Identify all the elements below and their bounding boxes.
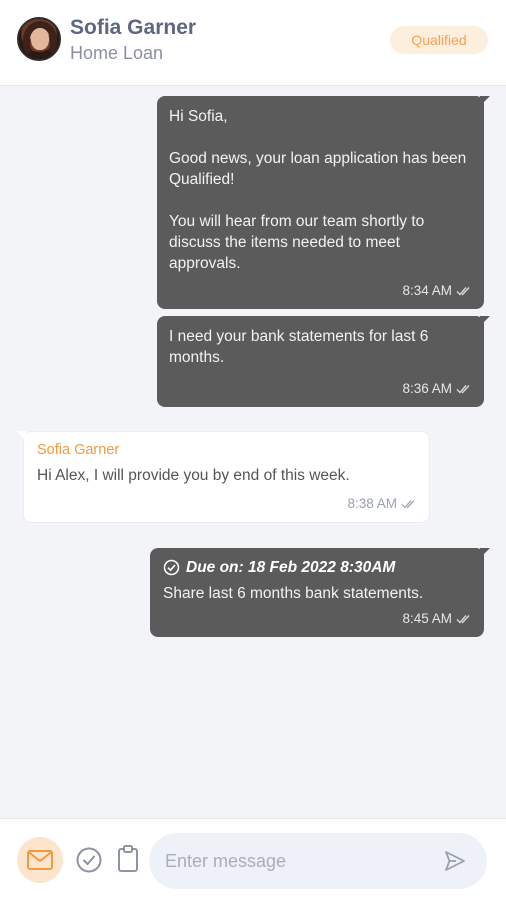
message-time: 8:36 AM	[402, 381, 452, 396]
avatar[interactable]	[17, 17, 61, 61]
message-text: Hi Sofia, Good news, your loan applicati…	[169, 108, 467, 272]
message-meta: 8:36 AM	[402, 378, 472, 399]
message-meta: 8:45 AM	[402, 608, 472, 629]
message-input[interactable]	[165, 845, 425, 877]
check-circle-icon	[163, 559, 180, 576]
contact-subtitle: Home Loan	[70, 43, 164, 63]
contact-name: Sofia Garner	[70, 16, 197, 39]
task-message-bubble[interactable]: Due on: 18 Feb 2022 8:30AM Share last 6 …	[150, 548, 490, 637]
status-badge: Qualified	[390, 26, 488, 54]
double-check-icon	[456, 614, 470, 624]
message-text: Hi Alex, I will provide you by end of th…	[37, 467, 350, 484]
chat-header: Sofia Garner Home Loan Qualified	[0, 0, 506, 86]
send-icon	[445, 851, 465, 871]
message-meta: 8:38 AM	[347, 493, 417, 514]
message-time: 8:34 AM	[402, 283, 452, 298]
mail-icon	[27, 850, 53, 870]
double-check-icon	[401, 499, 415, 509]
add-task-button[interactable]	[74, 845, 104, 875]
message-bubble-outgoing: Hi Sofia, Good news, your loan applicati…	[157, 96, 490, 309]
send-button[interactable]	[441, 847, 469, 875]
composer-bar	[0, 818, 506, 900]
message-bubble-incoming: Sofia Garner Hi Alex, I will provide you…	[16, 431, 430, 523]
avatar-face	[31, 28, 49, 50]
task-due-line: Due on: 18 Feb 2022 8:30AM	[163, 557, 471, 578]
message-input-container	[149, 833, 487, 889]
clipboard-button[interactable]	[113, 844, 143, 874]
message-text: Share last 6 months bank statements.	[163, 585, 424, 602]
message-text: I need your bank statements for last 6 m…	[169, 328, 429, 366]
task-due-date: Due on: 18 Feb 2022 8:30AM	[186, 559, 396, 576]
message-time: 8:45 AM	[402, 611, 452, 626]
mail-button[interactable]	[17, 837, 63, 883]
clipboard-icon	[118, 845, 138, 872]
message-meta: 8:34 AM	[402, 280, 472, 301]
message-time: 8:38 AM	[347, 496, 397, 511]
message-sender: Sofia Garner	[37, 442, 120, 458]
double-check-icon	[456, 286, 470, 296]
check-circle-icon	[76, 847, 102, 873]
message-bubble-outgoing: I need your bank statements for last 6 m…	[157, 316, 490, 407]
double-check-icon	[456, 384, 470, 394]
